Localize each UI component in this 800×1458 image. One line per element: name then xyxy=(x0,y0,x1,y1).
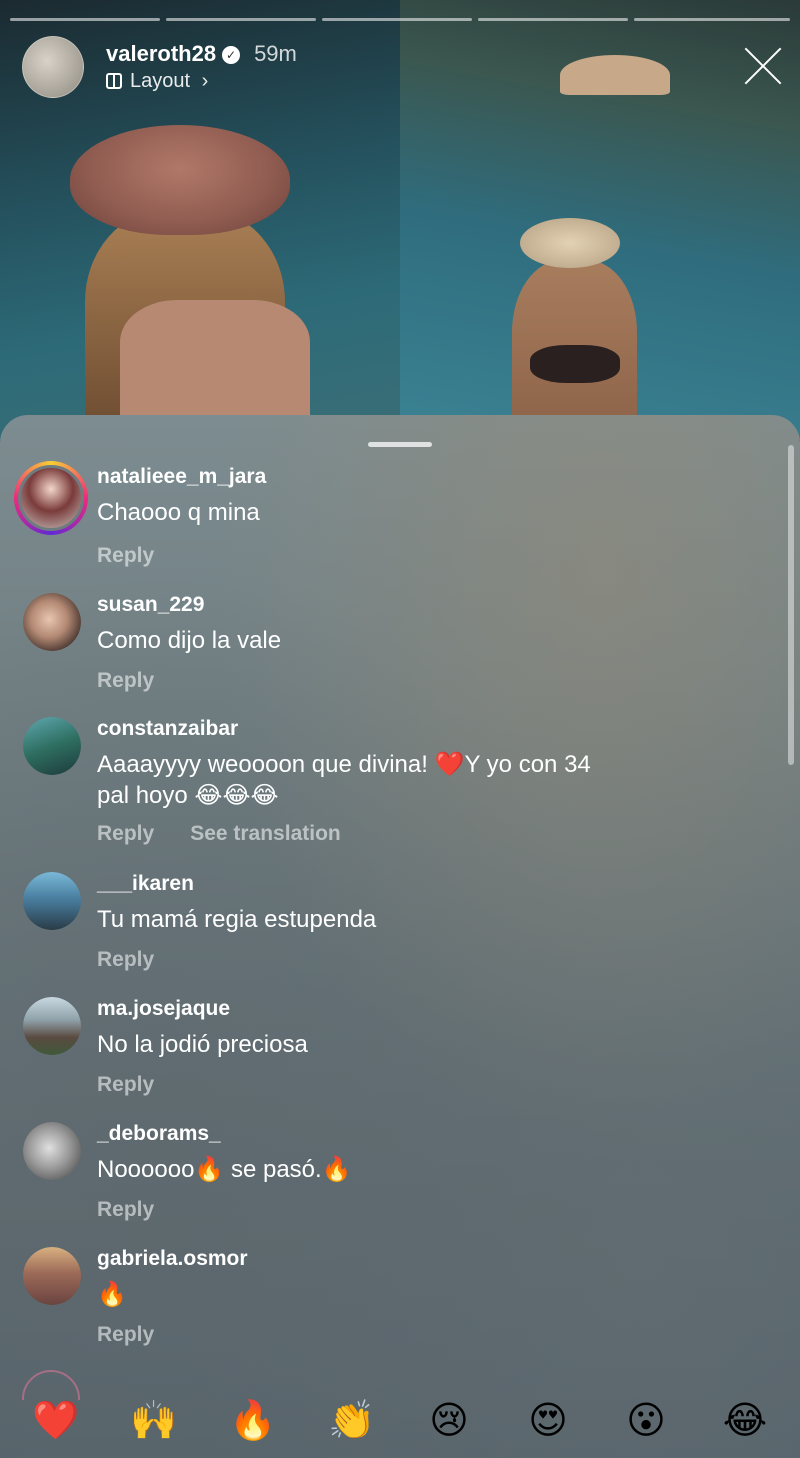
comment-username[interactable]: gabriela.osmor xyxy=(97,1247,248,1271)
reply-button[interactable]: Reply xyxy=(97,544,154,567)
comment-text-line-2: pal hoyo 😂😂😂 xyxy=(97,782,279,809)
sheet-drag-handle[interactable] xyxy=(368,442,432,447)
story-progress-4 xyxy=(478,18,628,21)
reply-button[interactable]: Reply xyxy=(97,822,154,845)
story-progress-1 xyxy=(10,18,160,21)
see-translation-button[interactable]: See translation xyxy=(190,822,341,845)
story-progress-5 xyxy=(634,18,790,21)
reply-button[interactable]: Reply xyxy=(97,1323,154,1346)
story-progress-2 xyxy=(166,18,316,21)
layout-icon xyxy=(106,73,122,89)
avatar[interactable] xyxy=(23,997,81,1055)
clap-reaction-icon[interactable]: 👏 xyxy=(328,1398,375,1444)
verified-badge-icon: ✓ xyxy=(222,46,241,64)
woman-hat xyxy=(70,125,290,235)
reply-button[interactable]: Reply xyxy=(97,669,154,692)
story-progress-3 xyxy=(322,18,472,21)
story-media[interactable]: valeroth28 ✓ 59m Layout › xyxy=(0,0,800,440)
comment-text: Aaaayyyy weoooon que divina! ❤️Y yo con … xyxy=(97,751,591,778)
quick-reactions-bar: ❤️ 🙌 🔥 👏 😢 😍 😮 😂 xyxy=(0,1380,800,1458)
comment-text: Chaooo q mina xyxy=(97,499,260,526)
woman-2-hat xyxy=(520,218,620,268)
reply-button[interactable]: Reply xyxy=(97,1073,154,1096)
fire-reaction-icon[interactable]: 🔥 xyxy=(229,1398,276,1444)
comment-username[interactable]: ma.josejaque xyxy=(97,997,230,1021)
heart-eyes-reaction-icon[interactable]: 😍 xyxy=(525,1398,571,1444)
surprised-face-reaction-icon[interactable]: 😮 xyxy=(623,1398,669,1444)
raised-hands-reaction-icon[interactable]: 🙌 xyxy=(130,1398,177,1444)
laughing-face-reaction-icon[interactable]: 😂 xyxy=(722,1398,768,1444)
scrollbar[interactable] xyxy=(788,445,794,765)
reply-button[interactable]: Reply xyxy=(97,948,154,971)
avatar[interactable] xyxy=(23,1247,81,1305)
chevron-right-icon: › xyxy=(201,70,209,92)
story-time: 59m xyxy=(254,41,297,66)
comment-username[interactable]: susan_229 xyxy=(97,593,204,617)
close-icon[interactable] xyxy=(742,45,784,87)
crying-face-reaction-icon[interactable]: 😢 xyxy=(426,1398,472,1444)
avatar[interactable] xyxy=(23,1122,81,1180)
story-avatar[interactable] xyxy=(22,36,84,98)
comment-username[interactable]: constanzaibar xyxy=(97,717,238,741)
beach-umbrella xyxy=(560,55,670,95)
avatar[interactable] xyxy=(14,461,88,535)
comment-text: Tu mamá regia estupenda xyxy=(97,906,377,933)
reply-button[interactable]: Reply xyxy=(97,1198,154,1221)
comment-text: Como dijo la vale xyxy=(97,627,282,654)
comment-username[interactable]: natalieee_m_jara xyxy=(97,465,266,489)
comment-username[interactable]: ___ikaren xyxy=(97,872,194,896)
comment-text: Noooooo🔥 se pasó.🔥 xyxy=(97,1156,352,1183)
layout-link[interactable]: Layout › xyxy=(106,70,208,93)
comment-text: 🔥 xyxy=(97,1281,127,1308)
comment-username[interactable]: _deborams_ xyxy=(97,1122,221,1146)
comments-sheet: natalieee_m_jara Chaooo q mina Reply sus… xyxy=(0,415,800,1458)
avatar[interactable] xyxy=(23,717,81,775)
woman-2-swimsuit xyxy=(530,345,620,383)
heart-reaction-icon[interactable]: ❤️ xyxy=(32,1398,79,1444)
avatar[interactable] xyxy=(23,872,81,930)
avatar[interactable] xyxy=(23,593,81,651)
story-username[interactable]: valeroth28 ✓ 59m xyxy=(106,41,297,67)
comment-text: No la jodió preciosa xyxy=(97,1031,308,1058)
